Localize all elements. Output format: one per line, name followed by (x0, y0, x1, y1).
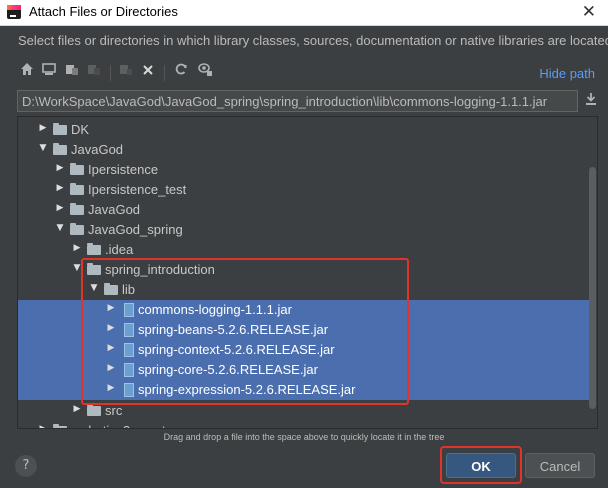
tree-item-label: commons-logging-1.1.1.jar (138, 302, 292, 317)
collapsed-arrow-icon[interactable]: ▶ (38, 424, 48, 428)
module-icon[interactable] (84, 62, 104, 84)
collapsed-arrow-icon[interactable]: ▶ (106, 363, 116, 373)
collapsed-arrow-icon[interactable]: ▶ (106, 343, 116, 353)
folder-icon (87, 243, 101, 255)
expanded-arrow-icon[interactable]: ▼ (72, 263, 82, 273)
home-icon[interactable] (17, 62, 37, 84)
jar-file-icon (124, 363, 134, 377)
help-button[interactable]: ? (15, 455, 37, 477)
tree-item-label: lib (122, 282, 136, 297)
tree-row[interactable]: ▼ lib (18, 280, 590, 300)
tree-row[interactable]: ▼ spring_introduction (18, 260, 590, 280)
collapsed-arrow-icon[interactable]: ▶ (55, 203, 65, 213)
tree-item-label: spring-context-5.2.6.RELEASE.jar (138, 342, 335, 357)
collapsed-arrow-icon[interactable]: ▶ (106, 303, 116, 313)
collapsed-arrow-icon[interactable]: ▶ (72, 404, 82, 414)
tree-row[interactable]: ▶ spring-core-5.2.6.RELEASE.jar (18, 360, 590, 380)
folder-icon (70, 223, 84, 235)
tree-row[interactable]: ▶ .idea (18, 240, 590, 260)
collapsed-arrow-icon[interactable]: ▶ (106, 323, 116, 333)
project-icon[interactable] (62, 62, 82, 84)
tree-item-label: JavaGod (71, 142, 124, 157)
folder-icon (53, 143, 67, 155)
tree-row[interactable]: ▶ commons-logging-1.1.1.jar (18, 300, 590, 320)
tree-item-label: mybatis_3_master (71, 423, 177, 428)
folder-icon (87, 404, 101, 416)
tree-row[interactable]: ▶ spring-expression-5.2.6.RELEASE.jar (18, 380, 590, 400)
jar-file-icon (124, 303, 134, 317)
tree-row[interactable]: ▶ Ipersistence (18, 160, 590, 180)
toolbar-separator (164, 65, 165, 81)
tree-item-label: DK (71, 122, 90, 137)
download-icon[interactable] (583, 92, 599, 110)
tree-row[interactable]: ▶ DK (18, 120, 590, 140)
tree-row[interactable]: ▶ src (18, 401, 590, 421)
tree-row[interactable]: ▶ mybatis_3_master (18, 421, 590, 428)
library-icon[interactable] (116, 62, 136, 84)
folder-icon (70, 163, 84, 175)
tree-row[interactable]: ▶ Ipersistence_test (18, 180, 590, 200)
tree-item-label: spring-beans-5.2.6.RELEASE.jar (138, 322, 329, 337)
ok-button[interactable]: OK (446, 453, 516, 478)
file-chooser-toolbar: Hide path (17, 62, 597, 86)
tree-row[interactable]: ▶ spring-context-5.2.6.RELEASE.jar (18, 340, 590, 360)
hide-path-link[interactable]: Hide path (539, 66, 595, 81)
tree-row[interactable]: ▼ JavaGod_spring (18, 220, 590, 240)
expanded-arrow-icon[interactable]: ▼ (89, 283, 99, 293)
tree-scrollbar[interactable] (589, 167, 596, 409)
folder-icon (53, 123, 67, 135)
jar-file-icon (124, 383, 134, 397)
path-input[interactable] (18, 91, 577, 111)
jar-file-icon (124, 343, 134, 357)
collapsed-arrow-icon[interactable]: ▶ (72, 243, 82, 253)
cancel-button[interactable]: Cancel (525, 453, 595, 478)
tree-item-label: src (105, 403, 123, 418)
jar-file-icon (124, 323, 134, 337)
desktop-icon[interactable] (39, 62, 59, 84)
show-hidden-icon[interactable] (195, 62, 215, 84)
tree-item-label: Ipersistence (88, 162, 159, 177)
tree-item-label: spring_introduction (105, 262, 215, 277)
folder-icon (104, 283, 118, 295)
tree-row[interactable]: ▶ JavaGod (18, 200, 590, 220)
tree-item-label: JavaGod_spring (88, 222, 183, 237)
dialog-description: Select files or directories in which lib… (18, 33, 608, 48)
expanded-arrow-icon[interactable]: ▼ (55, 223, 65, 233)
intellij-app-icon (7, 5, 21, 19)
collapsed-arrow-icon[interactable]: ▶ (55, 183, 65, 193)
tree-item-label: spring-core-5.2.6.RELEASE.jar (138, 362, 318, 377)
title-bar: Attach Files or Directories ✕ (0, 0, 608, 26)
collapsed-arrow-icon[interactable]: ▶ (55, 163, 65, 173)
tree-item-label: JavaGod (88, 202, 141, 217)
collapsed-arrow-icon[interactable]: ▶ (38, 123, 48, 133)
close-icon[interactable]: ✕ (582, 2, 596, 22)
expanded-arrow-icon[interactable]: ▼ (38, 143, 48, 153)
refresh-icon[interactable] (171, 62, 191, 84)
tree-item-label: Ipersistence_test (88, 182, 187, 197)
delete-icon[interactable] (138, 62, 158, 84)
tree-item-label: .idea (105, 242, 134, 257)
collapsed-arrow-icon[interactable]: ▶ (106, 383, 116, 393)
folder-icon (87, 263, 101, 275)
tree-row[interactable]: ▼ JavaGod (18, 140, 590, 160)
dialog-title: Attach Files or Directories (29, 4, 178, 19)
file-tree[interactable]: ▶ DK ▼ JavaGod ▶ Ipersistence ▶ Ipersistence_te… (17, 116, 598, 429)
folder-icon (70, 203, 84, 215)
toolbar-separator (110, 65, 111, 81)
tree-item-label: spring-expression-5.2.6.RELEASE.jar (138, 382, 356, 397)
path-field[interactable] (17, 90, 578, 112)
tree-row[interactable]: ▶ spring-beans-5.2.6.RELEASE.jar (18, 320, 590, 340)
drag-drop-hint: Drag and drop a file into the space abov… (163, 432, 445, 442)
folder-icon (70, 183, 84, 195)
folder-icon (53, 424, 67, 428)
